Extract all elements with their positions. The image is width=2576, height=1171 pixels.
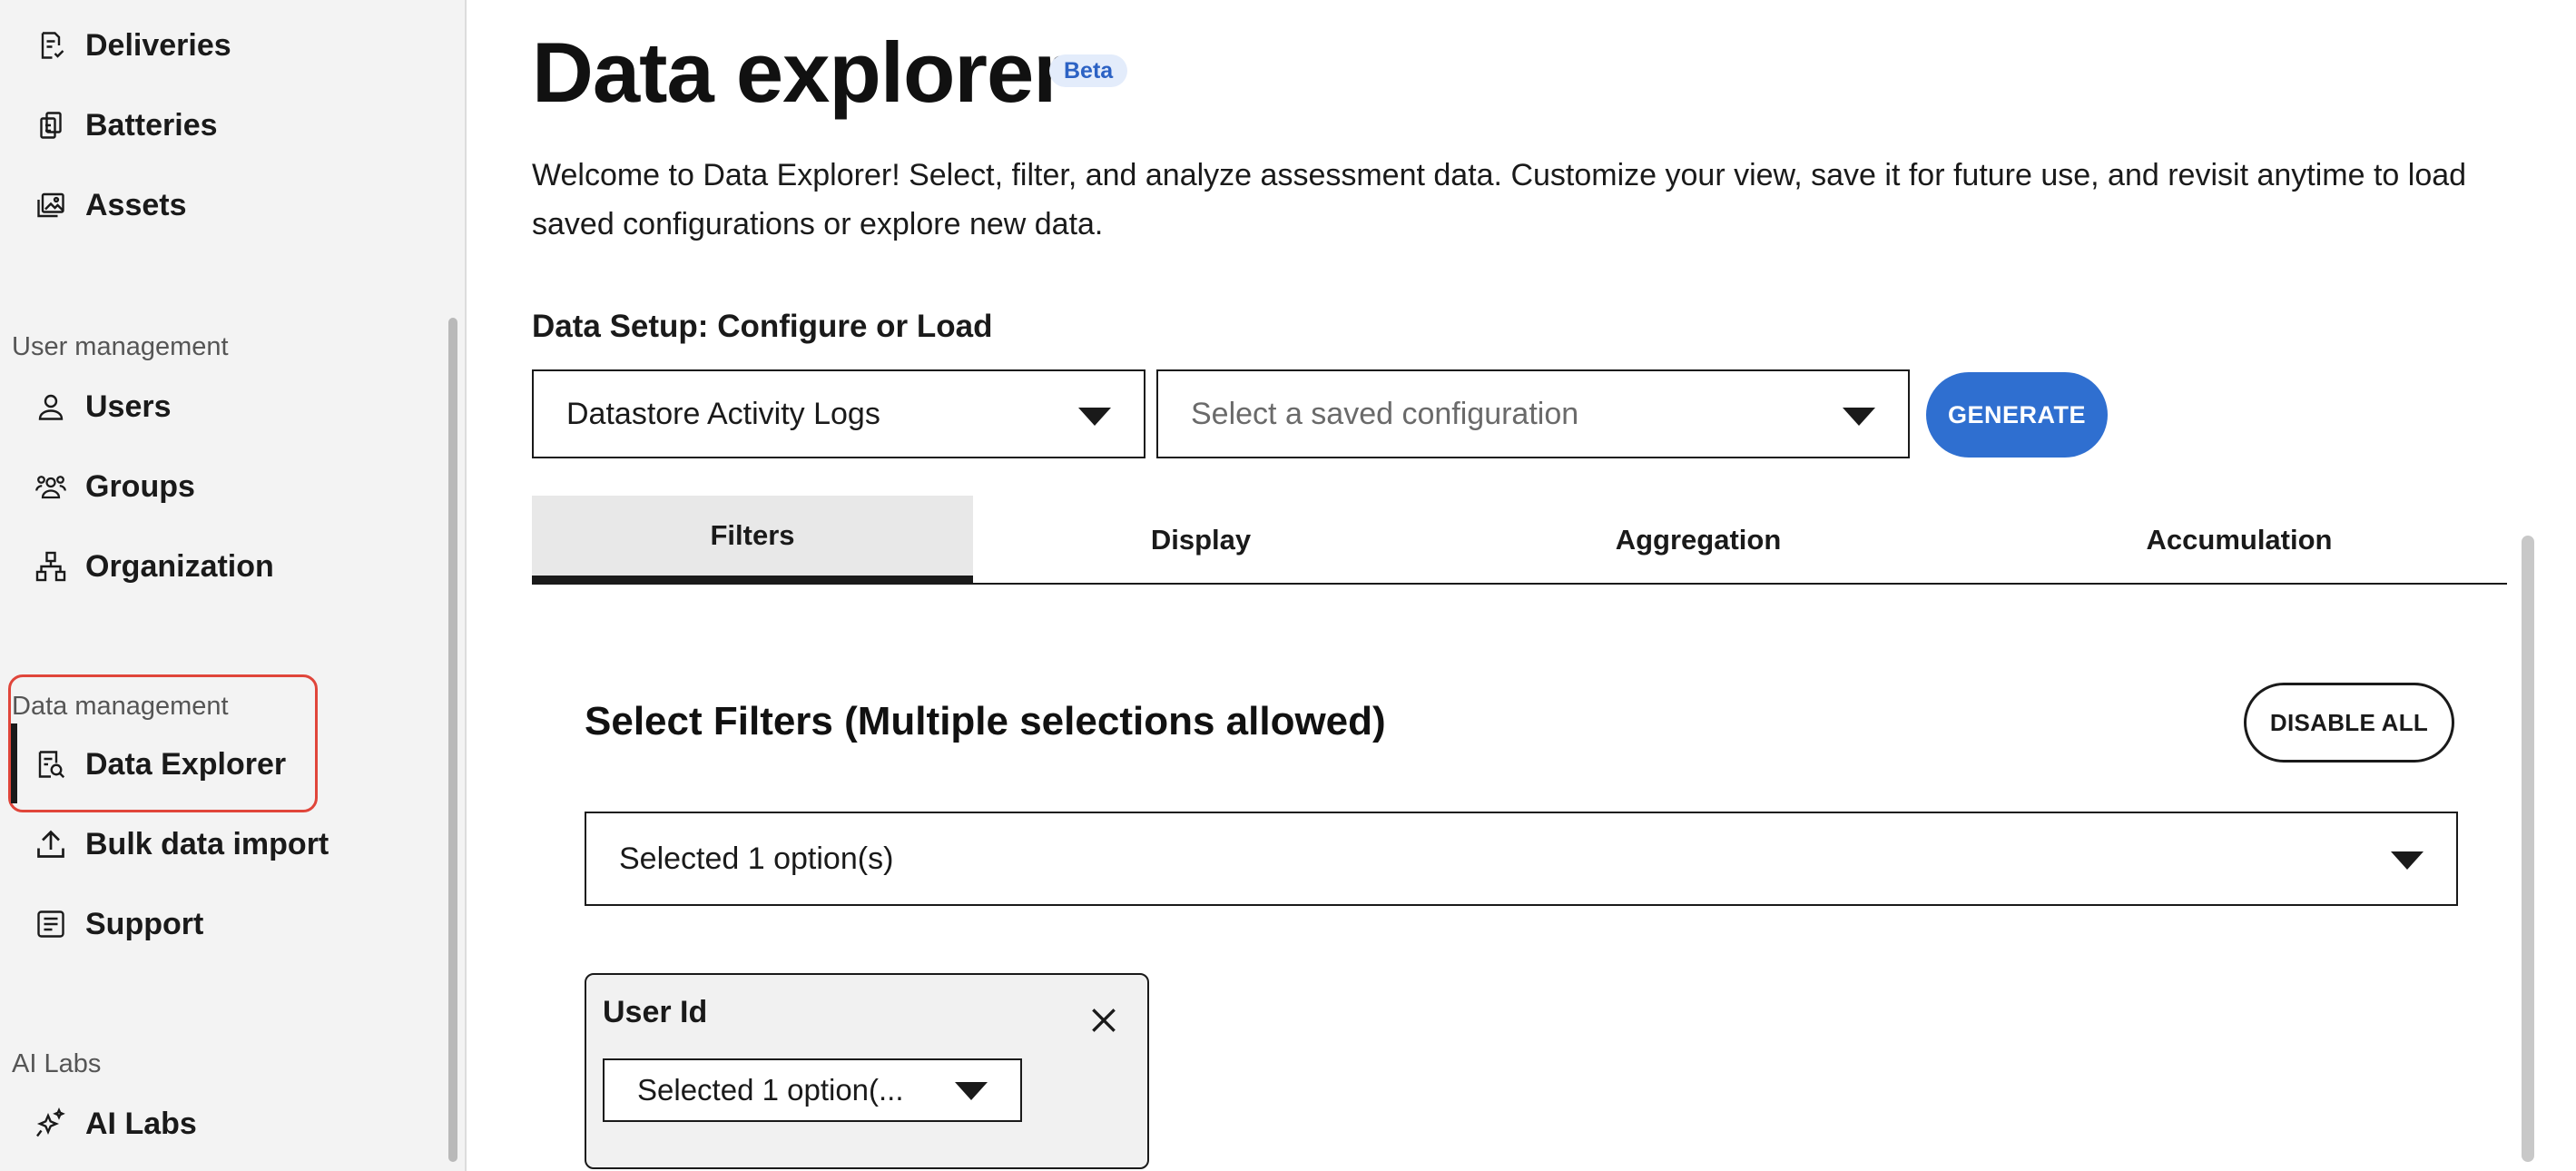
section-label-data-management: Data management	[12, 692, 229, 721]
sidebar-item-groups[interactable]: Groups	[11, 450, 428, 523]
sidebar-item-support[interactable]: Support	[11, 888, 428, 960]
sparkle-icon	[34, 1107, 67, 1140]
sidebar-item-batteries[interactable]: Batteries	[11, 89, 428, 162]
saved-configuration-select[interactable]: Select a saved configuration	[1156, 369, 1910, 458]
user-id-select-value: Selected 1 option(...	[637, 1073, 904, 1107]
chevron-down-icon	[1078, 408, 1111, 426]
sidebar-item-assets[interactable]: Assets	[11, 169, 428, 241]
deliveries-icon	[34, 29, 67, 62]
datasource-select[interactable]: Datastore Activity Logs	[532, 369, 1145, 458]
data-setup-label: Data Setup: Configure or Load	[532, 309, 993, 344]
main-scrollbar[interactable]	[2522, 536, 2534, 1162]
sidebar-item-label: Deliveries	[85, 27, 231, 63]
close-icon[interactable]	[1086, 1002, 1122, 1038]
groups-icon	[34, 470, 67, 503]
filters-select-value: Selected 1 option(s)	[619, 841, 894, 876]
batteries-icon	[34, 109, 67, 142]
tab-accumulation[interactable]: Accumulation	[1971, 496, 2507, 585]
tab-aggregation[interactable]: Aggregation	[1431, 496, 1966, 585]
filters-select[interactable]: Selected 1 option(s)	[585, 812, 2458, 906]
intro-text: Welcome to Data Explorer! Select, filter…	[532, 158, 2467, 241]
sidebar-scrollbar[interactable]	[448, 318, 457, 1162]
assets-icon	[34, 189, 67, 221]
sidebar-item-label: Bulk data import	[85, 826, 329, 861]
sidebar: Deliveries Batteries Assets User managem…	[0, 0, 467, 1171]
sidebar-item-data-explorer[interactable]: Data Explorer	[11, 728, 428, 801]
sidebar-item-organization[interactable]: Organization	[11, 530, 428, 603]
filter-card-user-id: User Id Selected 1 option(...	[585, 973, 1149, 1169]
filter-card-title: User Id	[603, 995, 708, 1029]
user-id-select[interactable]: Selected 1 option(...	[603, 1058, 1022, 1122]
sidebar-item-users[interactable]: Users	[11, 370, 428, 443]
app-window: Deliveries Batteries Assets User managem…	[0, 0, 2576, 1171]
sidebar-item-label: AI Labs	[85, 1106, 197, 1141]
sidebar-item-label: Support	[85, 906, 204, 941]
saved-configuration-placeholder: Select a saved configuration	[1191, 396, 1579, 431]
chevron-down-icon	[955, 1082, 988, 1100]
chevron-down-icon	[1843, 408, 1875, 426]
support-icon	[34, 908, 67, 940]
sidebar-item-label: Data Explorer	[85, 746, 287, 782]
filters-section-title: Select Filters (Multiple selections allo…	[585, 699, 1386, 743]
beta-badge: Beta	[1049, 54, 1128, 87]
sidebar-item-label: Users	[85, 389, 172, 424]
section-label-user-management: User management	[12, 332, 229, 361]
disable-all-button[interactable]: DISABLE ALL	[2244, 683, 2454, 763]
datasource-select-value: Datastore Activity Logs	[566, 396, 880, 431]
user-icon	[34, 390, 67, 423]
tab-display[interactable]: Display	[977, 496, 1425, 585]
organization-icon	[34, 550, 67, 583]
generate-button[interactable]: GENERATE	[1926, 372, 2108, 458]
sidebar-item-ai-labs[interactable]: AI Labs	[11, 1087, 428, 1160]
upload-icon	[34, 828, 67, 861]
sidebar-item-deliveries[interactable]: Deliveries	[11, 9, 428, 82]
chevron-down-icon	[2391, 851, 2424, 870]
sidebar-item-label: Organization	[85, 548, 274, 584]
sidebar-item-bulk-data-import[interactable]: Bulk data import	[11, 808, 428, 881]
sidebar-item-label: Batteries	[85, 107, 218, 143]
page-title: Data explorer	[532, 25, 1067, 120]
section-label-ai-labs: AI Labs	[12, 1049, 102, 1078]
data-explorer-icon	[34, 748, 67, 781]
tab-bar: Filters Display Aggregation Accumulation	[532, 496, 2507, 585]
sidebar-item-label: Assets	[85, 187, 187, 222]
sidebar-item-label: Groups	[85, 468, 195, 504]
tab-filters[interactable]: Filters	[532, 496, 973, 585]
